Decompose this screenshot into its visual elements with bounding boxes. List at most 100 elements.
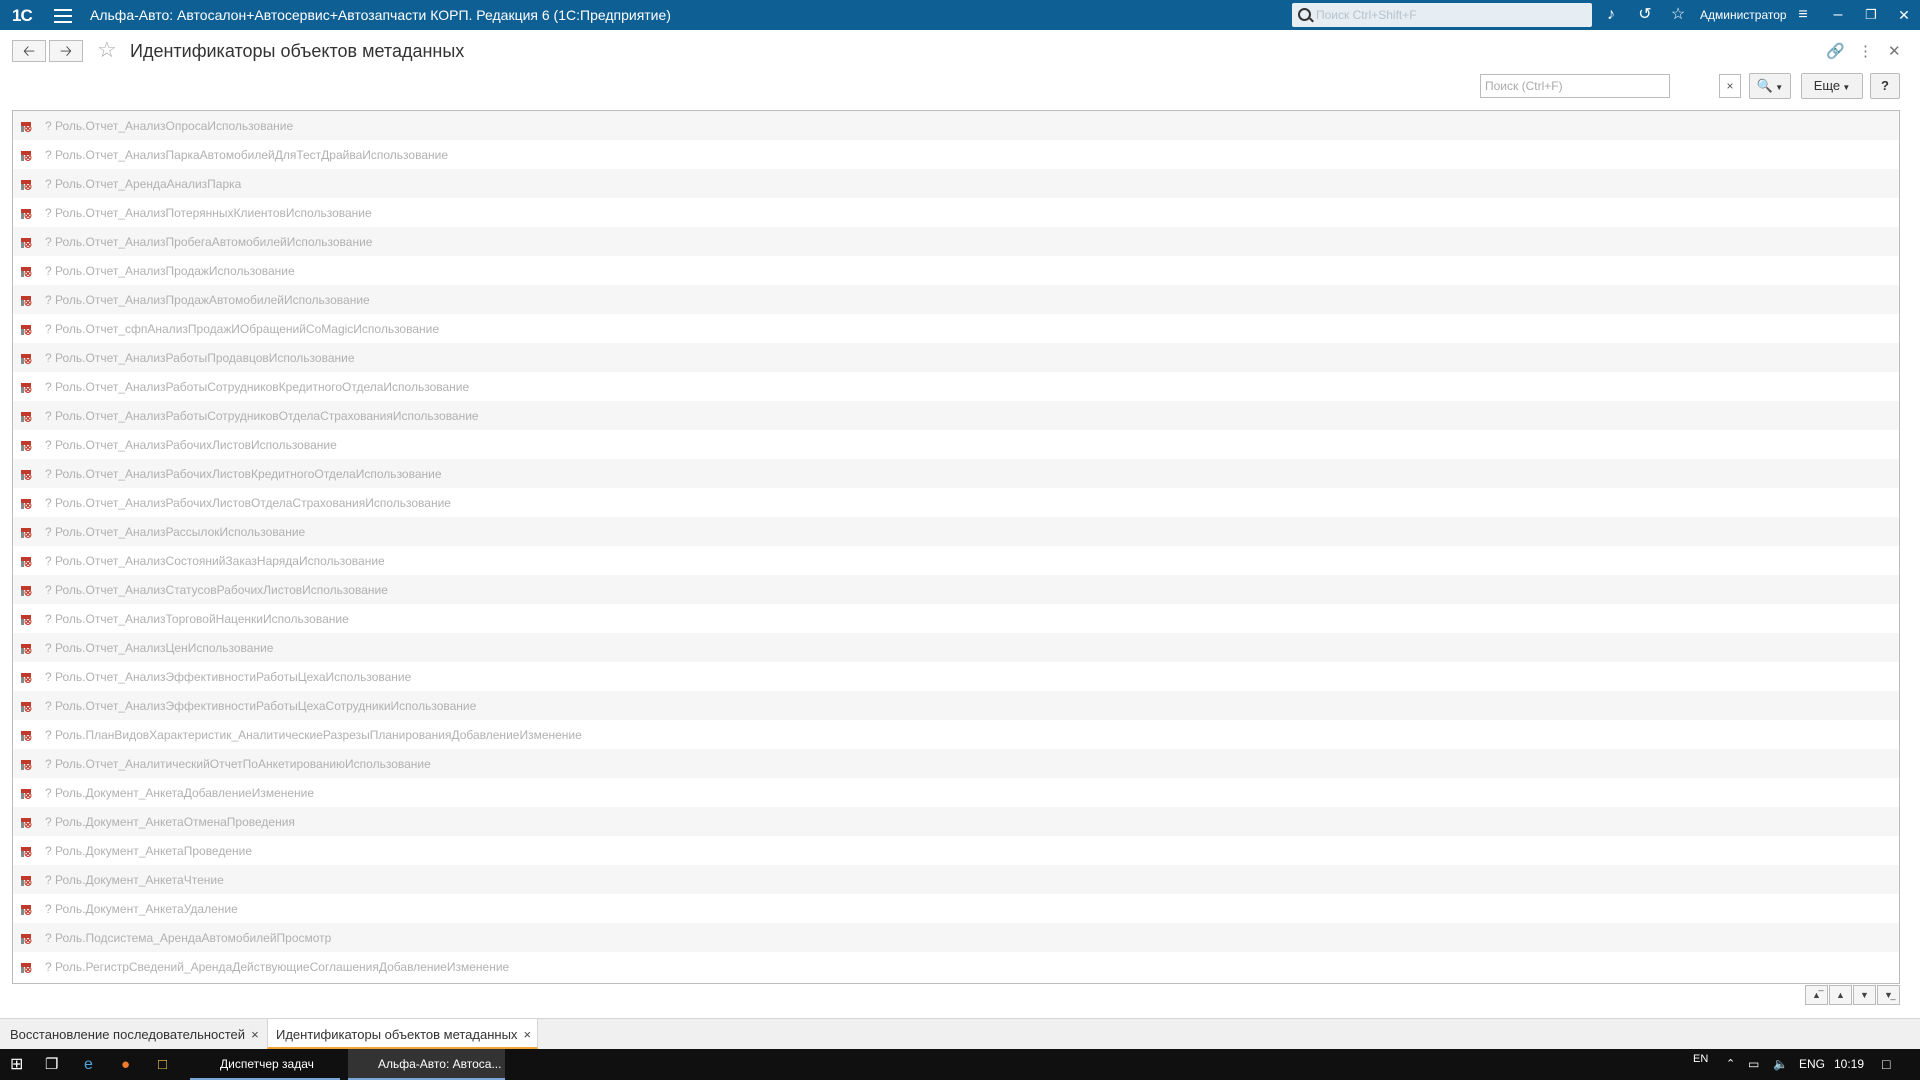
table-row[interactable]: ? Роль.Документ_АнкетаОтменаПроведения (13, 807, 1899, 836)
firefox-icon[interactable]: ● (121, 1049, 130, 1080)
more-vertical-icon[interactable]: ⋮ (1858, 42, 1873, 60)
table-row[interactable]: ? Роль.Отчет_АнализПродажАвтомобилейИспо… (13, 285, 1899, 314)
table-row[interactable]: ? Роль.Отчет_АнализРаботыСотрудниковОтде… (13, 401, 1899, 430)
table-row[interactable]: ? Роль.Отчет_АнализРабочихЛистовОтделаСт… (13, 488, 1899, 517)
table-row[interactable]: ? Роль.Отчет_АнализПаркаАвтомобилейДляТе… (13, 140, 1899, 169)
close-tab-icon[interactable]: × (251, 1027, 259, 1042)
row-name: ? Роль.Отчет_АнализПаркаАвтомобилейДляТе… (45, 148, 449, 162)
more-button[interactable]: Еще ▼ (1801, 73, 1863, 99)
windows-start-icon[interactable]: ⊞ (10, 1049, 23, 1080)
taskbar-app-task-manager[interactable]: Диспетчер задач (190, 1049, 340, 1080)
table-row[interactable]: ? Роль.Отчет_АналитическийОтчетПоАнкетир… (13, 749, 1899, 778)
taskbar-app-1c[interactable]: Альфа-Авто: Автоса... (348, 1049, 505, 1080)
scroll-up-button[interactable]: ▲ (1829, 985, 1852, 1005)
table-row[interactable]: ? Роль.РегистрСведений_АрендаДействующие… (13, 952, 1899, 981)
minimize-icon[interactable]: – (1828, 5, 1848, 25)
volume-icon[interactable]: 🔈 (1773, 1049, 1788, 1080)
clock[interactable]: 10:19 (1834, 1049, 1864, 1080)
search-options-button[interactable]: 🔍 ▼ (1749, 73, 1791, 99)
internet-explorer-icon[interactable]: e (84, 1049, 93, 1080)
tab-label: Идентификаторы объектов метаданных (276, 1027, 518, 1042)
table-row[interactable]: ? Роль.Отчет_АнализЭффективностиРаботыЦе… (13, 691, 1899, 720)
keyboard-language[interactable]: ENG (1799, 1049, 1825, 1080)
delete-mark-icon (20, 294, 32, 306)
table-row[interactable]: ? Роль.Документ_АнкетаПроведение (13, 836, 1899, 865)
main-menu-icon[interactable] (54, 5, 72, 25)
row-name: ? Роль.Отчет_АнализСостоянийЗаказНарядаИ… (45, 554, 385, 568)
row-name: ? Роль.Отчет_АнализЭффективностиРаботыЦе… (45, 670, 412, 684)
file-explorer-icon[interactable]: □ (158, 1049, 167, 1080)
close-tab-icon[interactable]: × (523, 1027, 531, 1042)
table-row[interactable]: ? Роль.Отчет_АнализРассылокИспользование (13, 517, 1899, 546)
close-window-icon[interactable]: ✕ (1894, 5, 1914, 25)
delete-mark-icon (20, 526, 32, 538)
tab-sequence-restore[interactable]: Восстановление последовательностей × (10, 1019, 259, 1049)
table-row[interactable]: ? Роль.Отчет_АнализТорговойНаценкиИсполь… (13, 604, 1899, 633)
row-name: ? Роль.Отчет_АнализРабочихЛистовКредитно… (45, 467, 442, 481)
row-name: ? Роль.Отчет_АнализРабочихЛистовИспользо… (45, 438, 337, 452)
delete-mark-icon (20, 265, 32, 277)
table-row[interactable]: ? Роль.ПланВидовХарактеристик_Аналитичес… (13, 720, 1899, 749)
delete-mark-icon (20, 903, 32, 915)
search-field[interactable] (1480, 74, 1670, 98)
close-form-icon[interactable]: ✕ (1888, 42, 1901, 60)
table-row[interactable]: ? Роль.Отчет_АрендаАнализПарка (13, 169, 1899, 198)
table-row[interactable]: ? Роль.Отчет_АнализЦенИспользование (13, 633, 1899, 662)
table-row[interactable]: ? Роль.Отчет_АнализРаботыПродавцовИсполь… (13, 343, 1899, 372)
delete-mark-icon (20, 961, 32, 973)
delete-mark-icon (20, 468, 32, 480)
table-row[interactable]: ? Роль.Отчет_АнализПотерянныхКлиентовИсп… (13, 198, 1899, 227)
metadata-list[interactable]: ? Роль.Отчет_АнализОпросаИспользование ? … (12, 110, 1900, 984)
network-icon[interactable]: ▭ (1748, 1049, 1759, 1080)
back-button[interactable]: 🡠 (12, 40, 46, 62)
table-row[interactable]: ? Роль.Отчет_АнализОпросаИспользование (13, 111, 1899, 140)
page-title: Идентификаторы объектов метаданных (130, 41, 465, 61)
table-row[interactable]: ? Роль.Отчет_АнализСтатусовРабочихЛистов… (13, 575, 1899, 604)
delete-mark-icon (20, 671, 32, 683)
favorites-star-icon[interactable]: ☆ (1668, 5, 1688, 25)
notification-center-icon[interactable]: □ (1882, 1049, 1890, 1080)
notifications-bell-icon[interactable]: ♪ (1601, 5, 1621, 25)
forward-button[interactable]: 🡢 (49, 40, 83, 62)
row-name: ? Роль.Отчет_АнализРаботыСотрудниковКред… (45, 380, 470, 394)
row-name: ? Роль.Отчет_АнализЦенИспользование (45, 641, 274, 655)
table-row[interactable]: ? Роль.Отчет_АнализРабочихЛистовИспользо… (13, 430, 1899, 459)
delete-mark-icon (20, 584, 32, 596)
tab-label: Восстановление последовательностей (10, 1027, 246, 1042)
table-row[interactable]: ? Роль.Отчет_сфпАнализПродажИОбращенийCo… (13, 314, 1899, 343)
table-row[interactable]: ? Роль.Отчет_АнализРаботыСотрудниковКред… (13, 372, 1899, 401)
table-row[interactable]: ? Роль.Документ_АнкетаДобавлениеИзменени… (13, 778, 1899, 807)
restore-icon[interactable]: ❐ (1861, 5, 1881, 25)
row-name: ? Роль.Отчет_АнализЭффективностиРаботыЦе… (45, 699, 477, 713)
help-button[interactable]: ? (1870, 73, 1900, 99)
table-row[interactable]: ? Роль.Отчет_АнализПродажИспользование (13, 256, 1899, 285)
table-row[interactable]: ? Роль.Подсистема_АрендаАвтомобилейПросм… (13, 923, 1899, 952)
language-indicator[interactable]: EN (1693, 1044, 1708, 1075)
table-row[interactable]: ? Роль.Отчет_АнализРабочихЛистовКредитно… (13, 459, 1899, 488)
history-icon[interactable]: ↺ (1635, 5, 1655, 25)
link-icon[interactable]: 🔗 (1826, 42, 1845, 60)
settings-menu-icon[interactable]: ≡ (1793, 5, 1813, 25)
task-view-icon[interactable]: ❐ (45, 1049, 58, 1080)
table-row[interactable]: ? Роль.Отчет_АнализПробегаАвтомобилейИсп… (13, 227, 1899, 256)
chevron-down-icon: ▼ (1840, 83, 1851, 92)
tab-metadata-identifiers[interactable]: Идентификаторы объектов метаданных × (267, 1019, 539, 1049)
scroll-to-bottom-button[interactable]: ▼̲ (1877, 985, 1900, 1005)
row-name: ? Роль.Отчет_АнализОпросаИспользование (45, 119, 294, 133)
global-search-input[interactable]: Поиск Ctrl+Shift+F (1292, 3, 1592, 27)
row-name: ? Роль.Документ_АнкетаПроведение (45, 844, 253, 858)
chevron-up-icon[interactable]: ⌃ (1726, 1049, 1735, 1080)
user-name[interactable]: Администратор (1700, 8, 1787, 22)
table-row[interactable]: ? Роль.Документ_АнкетаУдаление (13, 894, 1899, 923)
scroll-to-top-button[interactable]: ▲̅ (1805, 985, 1828, 1005)
table-row[interactable]: ? Роль.Отчет_АнализЭффективностиРаботыЦе… (13, 662, 1899, 691)
search-input[interactable] (1481, 75, 1669, 97)
row-name: ? Роль.Отчет_АнализПродажАвтомобилейИспо… (45, 293, 370, 307)
table-row[interactable]: ? Роль.Документ_АнкетаЧтение (13, 865, 1899, 894)
row-name: ? Роль.Документ_АнкетаУдаление (45, 902, 238, 916)
scroll-down-button[interactable]: ▼ (1853, 985, 1876, 1005)
clear-search-button[interactable]: × (1719, 74, 1741, 98)
favorite-star-icon[interactable]: ☆ (97, 39, 117, 61)
row-name: ? Роль.Отчет_АнализПробегаАвтомобилейИсп… (45, 235, 373, 249)
table-row[interactable]: ? Роль.Отчет_АнализСостоянийЗаказНарядаИ… (13, 546, 1899, 575)
